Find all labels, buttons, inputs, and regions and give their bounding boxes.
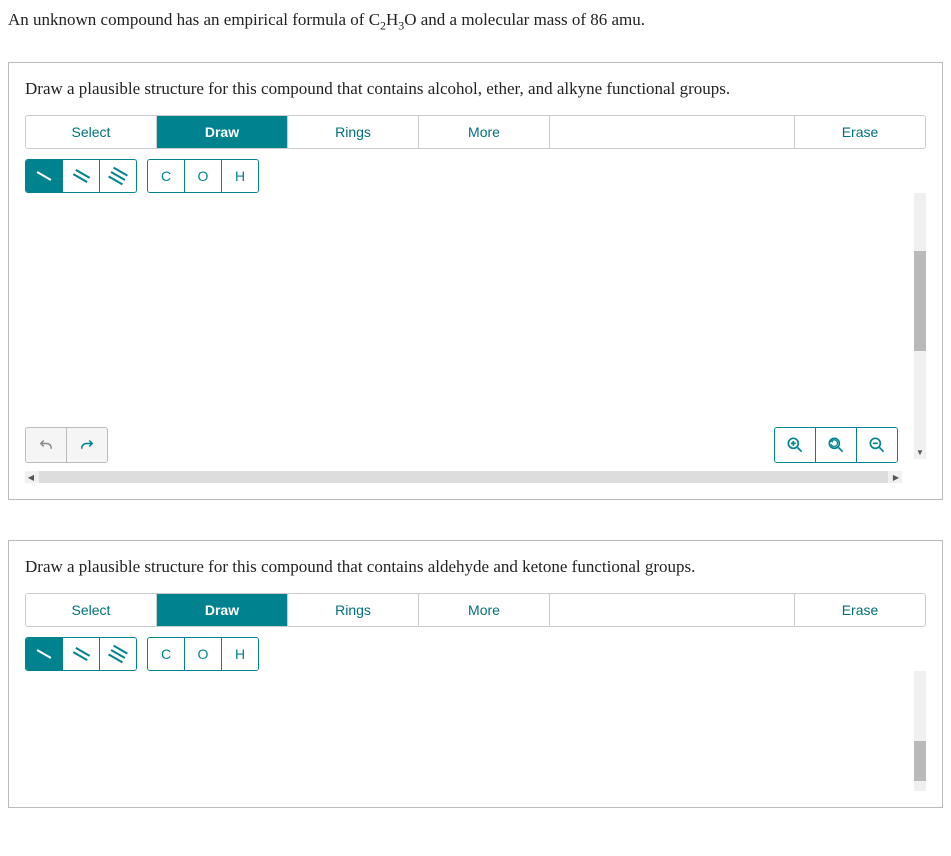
single-bond-icon — [37, 649, 52, 659]
single-bond-button[interactable] — [26, 160, 63, 192]
scroll-left-arrow-icon[interactable]: ◀ — [25, 471, 37, 483]
erase-tab[interactable]: Erase — [795, 116, 925, 148]
sub-toolbar-2: C O H — [25, 637, 926, 671]
double-bond-icon — [72, 169, 89, 183]
hscroll-track[interactable] — [39, 471, 888, 483]
bond-group — [25, 159, 137, 193]
single-bond-button[interactable] — [26, 638, 63, 670]
scroll-right-arrow-icon[interactable]: ▶ — [890, 471, 902, 483]
redo-icon — [78, 436, 96, 454]
vscroll-thumb[interactable] — [914, 251, 926, 351]
bond-group — [25, 637, 137, 671]
drawing-canvas-2[interactable] — [25, 681, 914, 791]
vscroll-thumb[interactable] — [914, 741, 926, 781]
horizontal-scrollbar[interactable]: ◀ ▶ — [25, 471, 902, 483]
double-bond-button[interactable] — [63, 638, 100, 670]
main-toolbar-2: Select Draw Rings More Erase — [25, 593, 926, 627]
oxygen-button[interactable]: O — [185, 638, 222, 670]
atom-group: C O H — [147, 159, 259, 193]
triple-bond-icon — [108, 167, 128, 185]
q-mid1: H — [386, 10, 398, 29]
triple-bond-icon — [108, 645, 128, 663]
undo-icon — [37, 436, 55, 454]
zoom-reset-button[interactable] — [816, 428, 857, 462]
drawing-panel-2: Draw a plausible structure for this comp… — [8, 540, 943, 808]
oxygen-button[interactable]: O — [185, 160, 222, 192]
drawing-panel-1: Draw a plausible structure for this comp… — [8, 62, 943, 500]
scroll-down-arrow-icon[interactable]: ▼ — [914, 445, 926, 459]
select-tab[interactable]: Select — [26, 116, 157, 148]
toolbar-spacer — [550, 594, 795, 626]
q-mid2: O and a molecular mass of 86 amu. — [404, 10, 645, 29]
double-bond-icon — [72, 647, 89, 661]
main-toolbar-1: Select Draw Rings More Erase — [25, 115, 926, 149]
double-bond-button[interactable] — [63, 160, 100, 192]
question-text: An unknown compound has an empirical for… — [8, 8, 943, 34]
toolbar-spacer — [550, 116, 795, 148]
carbon-button[interactable]: C — [148, 638, 185, 670]
carbon-button[interactable]: C — [148, 160, 185, 192]
zoom-group — [774, 427, 898, 463]
prompt-1: Draw a plausible structure for this comp… — [25, 79, 926, 99]
zoom-reset-icon — [826, 435, 846, 455]
rings-tab[interactable]: Rings — [288, 594, 419, 626]
drawing-canvas-1[interactable]: ◀ ▶ — [25, 203, 914, 483]
vertical-scrollbar[interactable] — [914, 671, 926, 791]
atom-group: C O H — [147, 637, 259, 671]
sub-toolbar-1: C O H — [25, 159, 926, 193]
more-tab[interactable]: More — [419, 594, 550, 626]
q-pre: An unknown compound has an empirical for… — [8, 10, 380, 29]
hydrogen-button[interactable]: H — [222, 160, 258, 192]
single-bond-icon — [37, 171, 52, 181]
erase-tab[interactable]: Erase — [795, 594, 925, 626]
undo-redo-group — [25, 427, 108, 463]
select-tab[interactable]: Select — [26, 594, 157, 626]
vertical-scrollbar[interactable]: ▼ — [914, 193, 926, 459]
prompt-2: Draw a plausible structure for this comp… — [25, 557, 926, 577]
zoom-in-button[interactable] — [775, 428, 816, 462]
zoom-in-icon — [785, 435, 805, 455]
rings-tab[interactable]: Rings — [288, 116, 419, 148]
draw-tab[interactable]: Draw — [157, 594, 288, 626]
zoom-out-icon — [867, 435, 887, 455]
undo-button[interactable] — [26, 428, 67, 462]
redo-button[interactable] — [67, 428, 107, 462]
hydrogen-button[interactable]: H — [222, 638, 258, 670]
triple-bond-button[interactable] — [100, 160, 136, 192]
triple-bond-button[interactable] — [100, 638, 136, 670]
zoom-out-button[interactable] — [857, 428, 897, 462]
draw-tab[interactable]: Draw — [157, 116, 288, 148]
more-tab[interactable]: More — [419, 116, 550, 148]
